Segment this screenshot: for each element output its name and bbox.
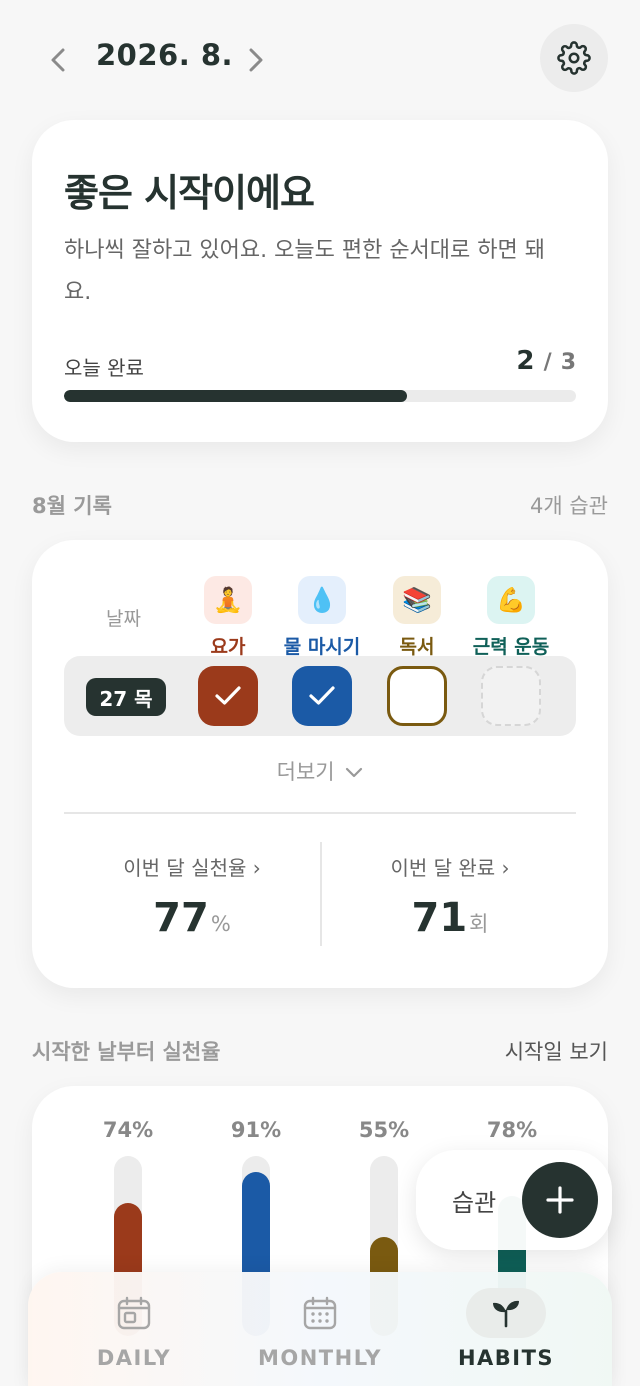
habit-name: 물 마시기 — [283, 636, 361, 658]
records-section-title: 8월 기록 — [32, 494, 112, 518]
rate-label: 78% — [486, 1118, 538, 1142]
rate-label: 55% — [358, 1118, 410, 1142]
flexed-biceps-icon: 💪 — [487, 576, 535, 624]
yoga-checkbox[interactable] — [198, 666, 258, 726]
chevron-right-icon: › — [252, 856, 261, 880]
today-date-chip: 27 목 — [86, 678, 166, 716]
monthly-done-value: 71 — [411, 895, 468, 941]
prev-month-button[interactable] — [40, 40, 76, 80]
water-drop-icon: 💧 — [298, 576, 346, 624]
habit-header-water[interactable]: 💧 물 마시기 — [267, 576, 377, 659]
yoga-icon: 🧘 — [204, 576, 252, 624]
water-checkbox[interactable] — [292, 666, 352, 726]
rate-column: 55% — [339, 1118, 429, 1336]
monthly-done-stat[interactable]: 이번 달 완료 › 71회 — [322, 852, 578, 941]
date-column-header: 날짜 — [106, 608, 141, 630]
reading-checkbox[interactable] — [387, 666, 447, 726]
rate-label: 74% — [102, 1118, 154, 1142]
sprout-icon — [493, 1300, 519, 1328]
habit-name: 근력 운동 — [472, 636, 550, 658]
summary-message: 하나씩 잘하고 있어요. 오늘도 편한 순서대로 하면 돼요. — [64, 238, 545, 305]
summary-card: 좋은 시작이에요 하나씩 잘하고 있어요. 오늘도 편한 순서대로 하면 돼요.… — [32, 120, 608, 442]
rate-column: 74% — [83, 1118, 173, 1336]
next-month-button[interactable] — [238, 40, 274, 80]
summary-title: 좋은 시작이에요 — [64, 171, 315, 215]
progress-bar-fill — [64, 390, 408, 402]
add-habit-button[interactable] — [522, 1162, 598, 1238]
more-label: 더보기 — [276, 760, 335, 784]
monthly-rate-unit: % — [210, 912, 231, 936]
tab-habits-label: HABITS — [457, 1346, 555, 1370]
progress-separator: / — [543, 350, 552, 375]
progress-count: 2 / 3 — [516, 346, 576, 376]
chevron-down-icon — [346, 767, 363, 778]
plus-icon — [546, 1186, 574, 1214]
monthly-done-label: 이번 달 완료 — [390, 856, 496, 880]
check-icon — [215, 686, 241, 705]
chevron-left-icon — [51, 48, 65, 72]
settings-button[interactable] — [540, 24, 608, 92]
rate-label: 91% — [230, 1118, 282, 1142]
strength-checkbox[interactable] — [481, 666, 541, 726]
tab-daily[interactable]: DAILY — [54, 1290, 214, 1370]
monthly-rate-stat[interactable]: 이번 달 실천율 › 77% — [64, 852, 320, 941]
progress-done: 2 — [516, 346, 535, 376]
tab-daily-label: DAILY — [96, 1346, 172, 1370]
rates-section-title: 시작한 날부터 실천율 — [32, 1040, 221, 1064]
records-card: 날짜 🧘 요가 💧 물 마시기 📚 독서 💪 근력 운동 27 목 더보기 이번… — [32, 540, 608, 988]
monthly-rate-label: 이번 달 실천율 — [123, 856, 247, 880]
tab-monthly[interactable]: MONTHLY — [240, 1290, 400, 1370]
monthly-rate-value: 77 — [153, 895, 209, 941]
chevron-right-icon: › — [501, 856, 510, 880]
more-button[interactable]: 더보기 — [32, 756, 608, 786]
calendar-month-icon — [303, 1296, 337, 1330]
calendar-day-icon — [117, 1296, 151, 1330]
start-date-link[interactable]: 시작일 보기 — [505, 1036, 608, 1066]
chevron-right-icon — [249, 48, 263, 72]
divider — [64, 812, 576, 814]
tab-monthly-label: MONTHLY — [257, 1346, 383, 1370]
habit-header-strength[interactable]: 💪 근력 운동 — [456, 576, 566, 659]
progress-total: 3 — [560, 350, 576, 375]
progress-label: 오늘 완료 — [64, 356, 144, 380]
habit-count: 4개 습관 — [530, 494, 608, 518]
monthly-done-unit: 회 — [469, 912, 489, 936]
tab-habits[interactable]: HABITS — [426, 1288, 586, 1370]
rate-column: 78% — [467, 1118, 557, 1336]
add-habit-fab[interactable]: 습관 — [416, 1150, 612, 1250]
rate-column: 91% — [211, 1118, 301, 1336]
books-icon: 📚 — [393, 576, 441, 624]
month-title: 2026. 8. — [96, 38, 234, 72]
add-habit-label: 습관 — [452, 1189, 497, 1217]
header: 2026. 8. — [0, 0, 640, 120]
bottom-nav: DAILY MONTHLY HABITS — [28, 1272, 612, 1386]
gear-icon — [557, 41, 591, 75]
progress-bar — [64, 390, 576, 402]
check-icon — [309, 686, 335, 705]
